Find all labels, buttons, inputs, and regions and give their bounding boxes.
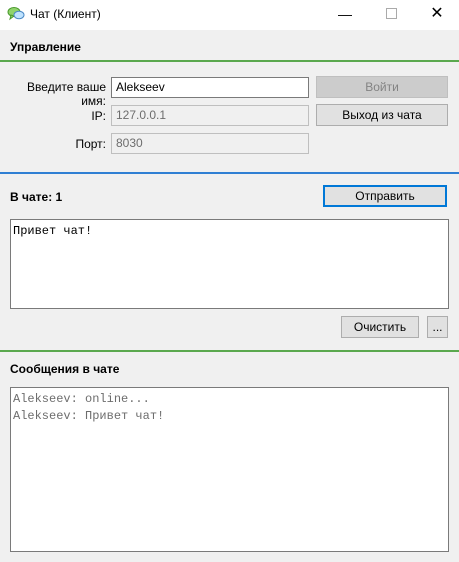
name-input[interactable]: Alekseev — [111, 77, 309, 98]
maximize-icon — [385, 8, 397, 20]
message-input[interactable]: Привет чат! — [10, 219, 449, 309]
login-button[interactable]: Войти — [316, 76, 448, 98]
chat-log-line: Alekseev: online... — [13, 392, 150, 406]
online-count: В чате: 1 — [10, 190, 63, 204]
more-button[interactable]: ... — [427, 316, 448, 338]
compose-section-divider — [0, 172, 459, 174]
name-label: Введите ваше имя: — [27, 80, 106, 108]
port-label: Порт: — [75, 137, 106, 151]
chat-log-line: Alekseev: Привет чат! — [13, 409, 165, 423]
control-section-divider — [0, 60, 459, 62]
minimize-button[interactable]: — — [322, 0, 368, 30]
chat-bubbles-icon — [7, 7, 25, 21]
port-input[interactable]: 8030 — [111, 133, 309, 154]
close-button[interactable]: ✕ — [414, 0, 459, 30]
messages-section-title: Сообщения в чате — [10, 362, 120, 376]
window-title: Чат (Клиент) — [30, 7, 101, 21]
ip-label: IP: — [91, 109, 106, 123]
control-section-title: Управление — [10, 40, 81, 54]
send-button[interactable]: Отправить — [323, 185, 447, 207]
logout-button[interactable]: Выход из чата — [316, 104, 448, 126]
chat-log[interactable]: Alekseev: online... Alekseev: Привет чат! — [10, 387, 449, 552]
messages-section-divider — [0, 350, 459, 352]
ip-input[interactable]: 127.0.0.1 — [111, 105, 309, 126]
clear-button[interactable]: Очистить — [341, 316, 419, 338]
maximize-button[interactable] — [368, 0, 414, 30]
